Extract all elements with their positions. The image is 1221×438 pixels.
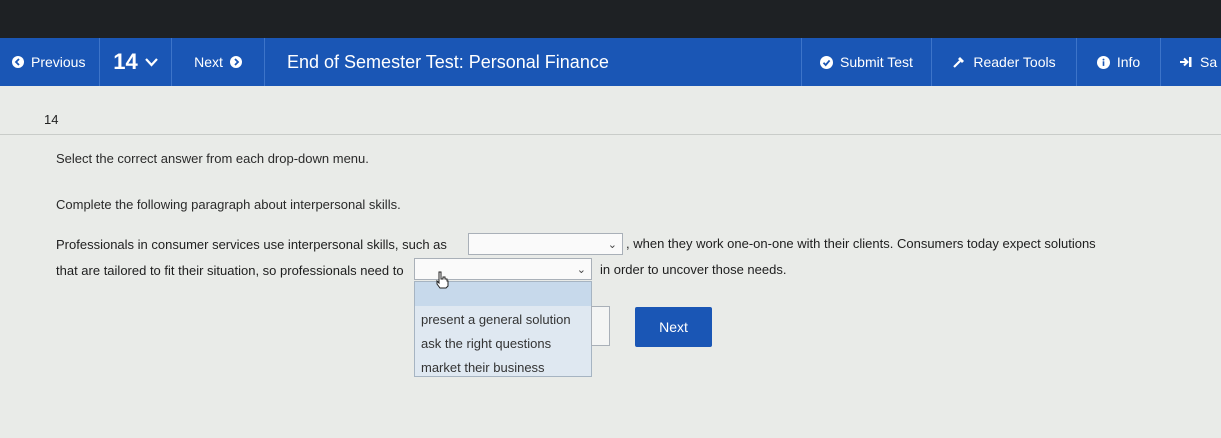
save-exit-icon xyxy=(1180,57,1192,67)
dropdown-option[interactable]: ask the right questions xyxy=(421,336,551,351)
dropdown-1[interactable]: ⌄ xyxy=(468,233,623,255)
top-navigation-bar: Previous 14 Next End of Semester Test: P… xyxy=(0,38,1221,86)
dropdown-2-menu: present a general solution ask the right… xyxy=(414,281,592,377)
dropdown-option[interactable]: market their business xyxy=(421,360,545,375)
test-title-text: End of Semester Test: Personal Finance xyxy=(287,51,609,72)
next-nav-button[interactable]: Next xyxy=(172,38,265,86)
question-instruction: Select the correct answer from each drop… xyxy=(56,151,369,166)
chevron-down-icon: ⌄ xyxy=(576,264,586,276)
divider xyxy=(0,134,1221,135)
info-icon xyxy=(1096,55,1110,69)
dropdown-option[interactable]: present a general solution xyxy=(421,312,571,327)
submit-test-button[interactable]: Submit Test xyxy=(802,38,932,86)
top-dark-band xyxy=(0,0,1221,40)
previous-button[interactable]: Previous xyxy=(0,38,100,86)
previous-label: Previous xyxy=(31,54,86,70)
next-label: Next xyxy=(194,54,223,70)
hand-cursor-icon xyxy=(436,271,449,289)
answer-box-edge xyxy=(591,306,610,346)
question-number-selector[interactable]: 14 xyxy=(100,38,172,86)
info-button[interactable]: Info xyxy=(1077,38,1161,86)
submit-test-label: Submit Test xyxy=(840,54,913,70)
paragraph-line2-start: that are tailored to fit their situation… xyxy=(56,263,404,278)
save-label: Sa xyxy=(1200,54,1218,70)
info-label: Info xyxy=(1116,54,1141,70)
reader-tools-label: Reader Tools xyxy=(973,54,1056,70)
save-button[interactable]: Sa xyxy=(1161,38,1221,86)
next-button[interactable]: Next xyxy=(635,307,712,347)
arrow-right-circle-icon xyxy=(229,56,242,68)
question-number-label: 14 xyxy=(113,49,138,74)
arrow-left-circle-icon xyxy=(12,56,24,68)
paragraph-line2-end: in order to uncover those needs. xyxy=(600,262,787,277)
paragraph-line1-start: Professionals in consumer services use i… xyxy=(56,237,447,252)
paragraph-line1-end: , when they work one-on-one with their c… xyxy=(626,236,1096,251)
question-number: 14 xyxy=(44,112,59,127)
test-title: End of Semester Test: Personal Finance xyxy=(265,38,802,86)
chevron-down-icon xyxy=(144,57,158,67)
question-sub-instruction: Complete the following paragraph about i… xyxy=(56,197,401,212)
chevron-down-icon: ⌄ xyxy=(607,239,617,251)
next-button-label: Next xyxy=(659,319,688,335)
check-circle-icon xyxy=(820,55,834,69)
tools-icon xyxy=(953,57,965,68)
reader-tools-button[interactable]: Reader Tools xyxy=(932,38,1077,86)
